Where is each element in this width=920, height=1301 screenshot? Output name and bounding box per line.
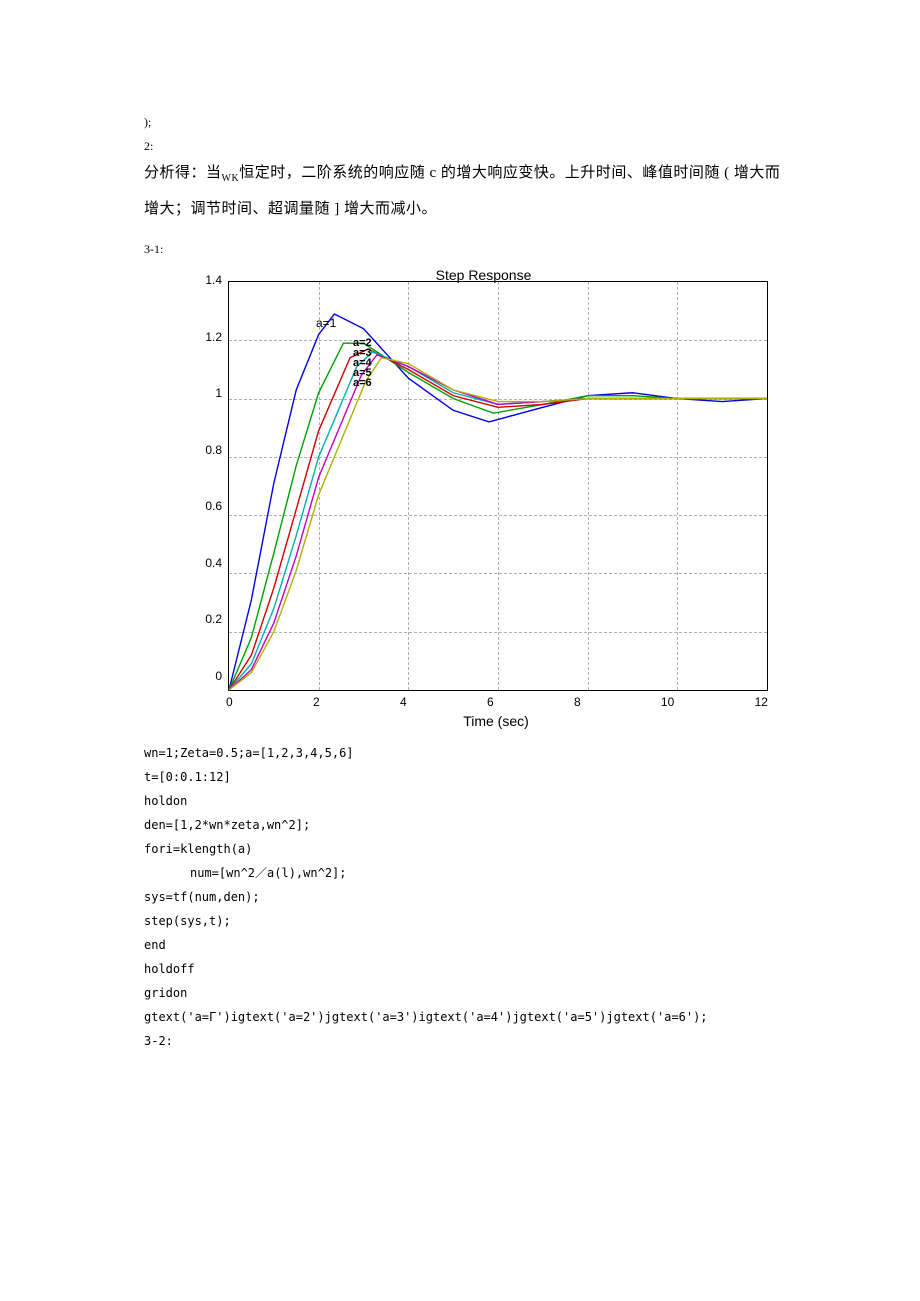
series-a=1 [229,314,767,690]
matlab-code-block: wn=1;Zeta=0.5;a=[1,2,3,4,5,6] t=[0:0.1:1… [144,741,790,1053]
xtick: 12 [755,695,768,709]
chart-x-ticks: 0 2 4 6 8 10 12 [226,695,768,709]
analysis-paragraph: 分析得：当WK恒定时，二阶系统的响应随 c 的增大响应变快。上升时间、峰值时间随… [144,158,790,224]
series-a=2 [229,343,767,690]
code-line: 3-2: [144,1029,790,1053]
xtick: 6 [487,695,494,709]
plot-area: a=1 a=2 a=3 a=4 a=5 a=6 [228,281,768,691]
xtick: 2 [313,695,320,709]
code-line: fori=klength(a) [144,837,790,861]
prose-line-2: 增大；调节时间、超调量随 ] 增大而减小。 [144,194,790,224]
code-line: gridon [144,981,790,1005]
code-line: wn=1;Zeta=0.5;a=[1,2,3,4,5,6] [144,741,790,765]
chart-y-ticks: 1.4 1.2 1 0.8 0.6 0.4 0.2 0 [196,273,228,683]
annotation-a1: a=1 [316,316,336,330]
ytick: 1 [196,386,222,400]
xtick: 10 [661,695,674,709]
xtick: 0 [226,695,233,709]
ytick: 1.4 [196,273,222,287]
series-a=3 [229,349,767,690]
xtick: 4 [400,695,407,709]
document-page: ); 2: 分析得：当WK恒定时，二阶系统的响应随 c 的增大响应变快。上升时间… [0,0,920,1113]
ytick: 0.2 [196,612,222,626]
pre-line-1: ); [144,110,790,134]
prose-sub-wk: WK [222,173,240,184]
code-line: end [144,933,790,957]
section-label-3-1: 3-1: [144,242,790,257]
xtick: 8 [574,695,581,709]
ytick: 0.8 [196,443,222,457]
code-line: holdoff [144,957,790,981]
code-line: gtext('a=Γ')igtext('a=2')jgtext('a=3')ig… [144,1005,790,1029]
code-line: num=[wn^2／a(l),wn^2]; [144,861,790,885]
chart-x-label: Time (sec) [226,713,766,729]
prose-seg-1: 分析得：当 [144,165,222,181]
pre-line-2: 2: [144,134,790,158]
code-line: t=[0:0.1:12] [144,765,790,789]
prose-seg-2: 恒定时，二阶系统的响应随 c 的增大响应变快。上升时间、峰值时间随 ( 增大而 [239,165,780,181]
annotation-clump: a=2 a=3 a=4 a=5 a=6 [353,338,372,388]
code-line: holdon [144,789,790,813]
step-response-chart: Step Response 1.4 1.2 1 0.8 0.6 0.4 0.2 … [196,267,771,729]
series-a=5 [229,355,767,690]
series-a=4 [229,352,767,690]
code-line: den=[1,2*wn*zeta,wn^2]; [144,813,790,837]
ytick: 1.2 [196,330,222,344]
ytick: 0.4 [196,556,222,570]
code-line: sys=tf(num,den); [144,885,790,909]
ytick: 0 [196,669,222,683]
code-line: step(sys,t); [144,909,790,933]
ytick: 0.6 [196,499,222,513]
chart-curves [229,282,767,690]
